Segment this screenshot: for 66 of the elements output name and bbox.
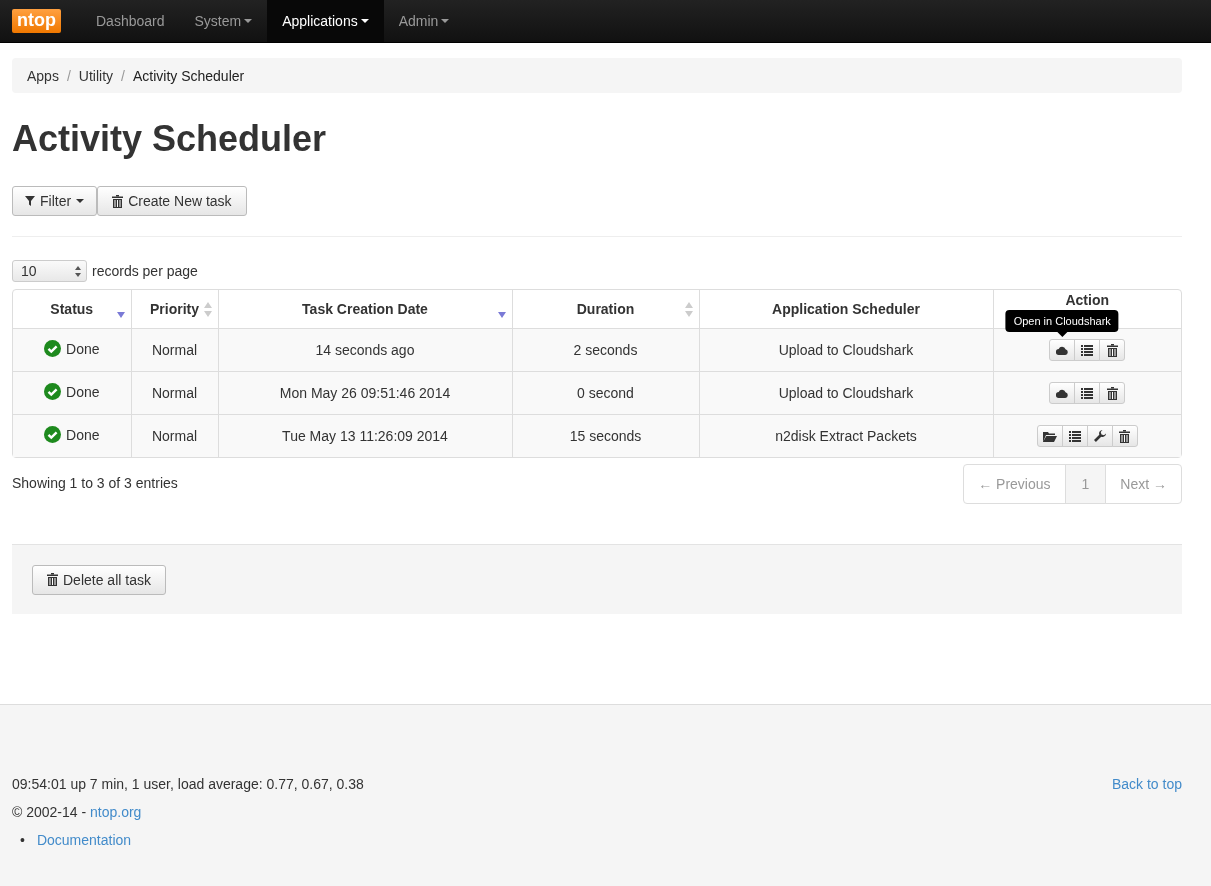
page-size-select[interactable]: 10 xyxy=(12,260,87,283)
action-button[interactable] xyxy=(1111,425,1138,448)
breadcrumb-item[interactable]: Utility xyxy=(78,67,114,84)
table-cell: Upload to Cloudshark xyxy=(699,328,993,372)
action-button[interactable] xyxy=(1074,382,1101,405)
bullet: • xyxy=(20,832,25,849)
uptime-text: 09:54:01 up 7 min, 1 user, load average: 0.77, 0.67, 0.38 xyxy=(12,776,364,793)
nav-item[interactable]: System xyxy=(179,0,268,42)
table-cell: n2disk Extract Packets xyxy=(699,414,993,458)
check-circle-icon xyxy=(44,383,61,401)
status-text: Done xyxy=(66,426,100,443)
column-header[interactable]: Duration xyxy=(512,290,699,329)
spinner-arrows-icon xyxy=(75,265,81,277)
table-cell: 15 seconds xyxy=(512,414,699,458)
table-cell: 0 second xyxy=(512,371,699,415)
cloud-icon xyxy=(1056,388,1069,398)
trash-icon xyxy=(112,194,124,208)
list-icon xyxy=(1081,387,1094,399)
create-task-button[interactable]: Create New task xyxy=(97,186,247,217)
trash-icon xyxy=(1106,386,1118,400)
entries-info: Showing 1 to 3 of 3 entries xyxy=(12,475,178,492)
table-cell: Normal xyxy=(131,371,218,415)
copyright-text: © 2002-14 - ntop.org xyxy=(12,804,143,821)
breadcrumb-item: Activity Scheduler xyxy=(132,67,245,84)
breadcrumb-separator: / xyxy=(121,67,125,84)
action-button[interactable] xyxy=(1086,425,1113,448)
table-cell: Mon May 26 09:51:46 2014 xyxy=(218,371,512,415)
check-circle-icon xyxy=(44,426,61,444)
column-header: Application Scheduler xyxy=(699,290,993,329)
action-button[interactable] xyxy=(1061,425,1088,448)
delete-all-button[interactable]: Delete all task xyxy=(32,564,166,595)
action-button[interactable] xyxy=(1099,339,1126,362)
nav-item[interactable]: Admin xyxy=(383,0,465,42)
action-button[interactable] xyxy=(1036,425,1063,448)
trash-icon xyxy=(1106,343,1118,357)
table-cell: 2 seconds xyxy=(512,328,699,372)
wrench-icon xyxy=(1093,430,1106,443)
cloud-icon xyxy=(1056,345,1069,355)
status-text: Done xyxy=(66,340,100,357)
caret-icon xyxy=(76,199,85,204)
table-cell: Normal xyxy=(131,414,218,458)
page-size-label: records per page xyxy=(92,263,198,280)
filter-button[interactable]: Filter xyxy=(12,186,98,217)
column-header[interactable]: Task Creation Date xyxy=(218,290,512,329)
page-title: Activity Scheduler xyxy=(12,117,328,161)
action-button[interactable] xyxy=(1099,382,1126,405)
table-cell: Upload to Cloudshark xyxy=(699,371,993,415)
column-header[interactable]: Status xyxy=(13,290,131,329)
status-text: Done xyxy=(66,383,100,400)
trash-icon xyxy=(47,573,58,587)
table-cell: Normal xyxy=(131,328,218,372)
nav-item[interactable]: Dashboard xyxy=(81,0,180,42)
breadcrumb-item[interactable]: Apps xyxy=(27,67,59,84)
check-circle-icon xyxy=(44,340,61,358)
list-icon xyxy=(1068,430,1081,442)
trash-icon xyxy=(1119,429,1131,443)
action-button[interactable] xyxy=(1074,339,1101,362)
breadcrumb-separator: / xyxy=(66,67,71,84)
table-cell: 14 seconds ago xyxy=(218,328,512,372)
action-button[interactable] xyxy=(1049,382,1076,405)
nav-item[interactable]: Applications xyxy=(267,0,384,42)
folder-icon xyxy=(1042,430,1057,442)
column-header[interactable]: Priority xyxy=(131,290,218,329)
filter-icon xyxy=(25,196,35,207)
table-cell: Tue May 13 11:26:09 2014 xyxy=(218,414,512,458)
list-icon xyxy=(1081,344,1094,356)
